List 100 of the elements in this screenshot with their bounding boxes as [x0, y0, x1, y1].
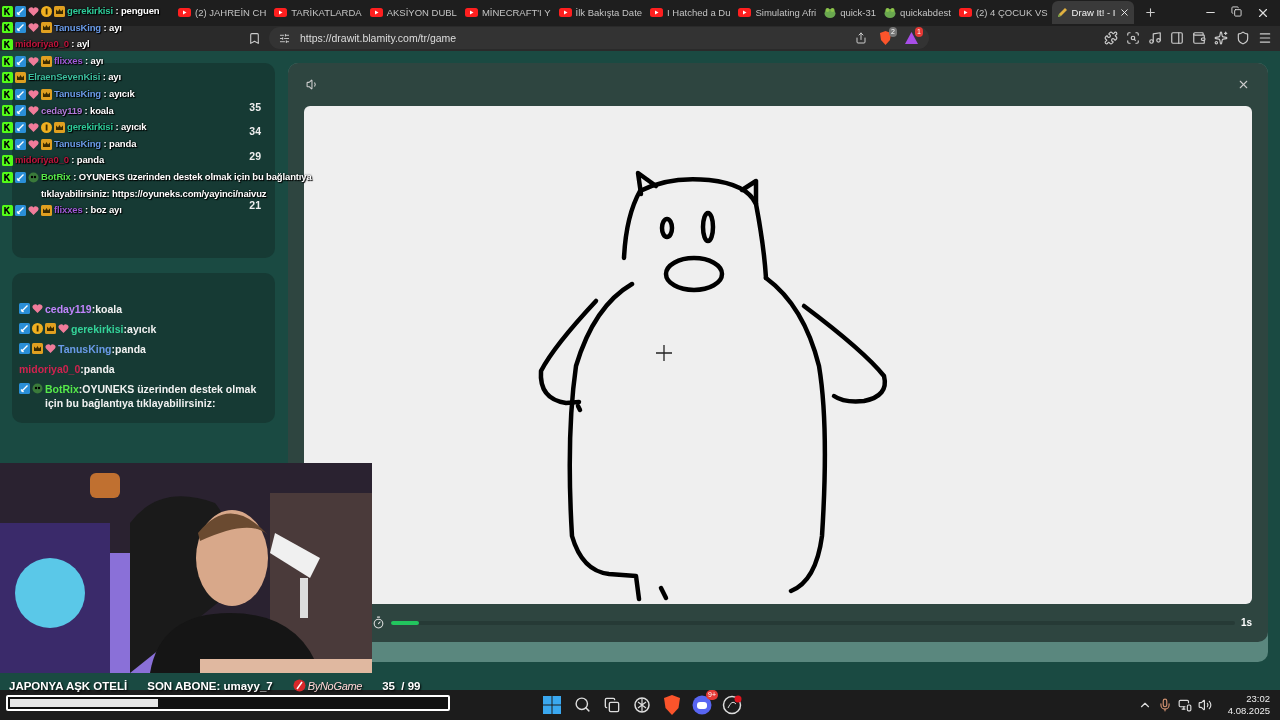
crown-badge-icon	[41, 204, 52, 216]
player-score: 34	[249, 125, 261, 138]
kick-badge-icon	[2, 55, 13, 67]
shield-icon[interactable]	[1236, 31, 1250, 46]
video-play-icon	[178, 8, 191, 18]
kick-badge-icon	[2, 105, 13, 117]
player-score: 35	[249, 100, 261, 113]
browser-tab[interactable]: (2) 4 ÇOCUK VS	[954, 1, 1052, 25]
volume-icon[interactable]	[1197, 697, 1212, 712]
kick-badge-icon	[2, 204, 13, 216]
video-play-icon	[650, 8, 664, 18]
chat-message: BotRix:OYUNEKS üzerinden destek olmak için bu bağlantıya tıklayabilirsiniz:	[45, 381, 258, 410]
crown-badge-icon	[32, 343, 43, 354]
kick-badge-icon	[2, 72, 13, 84]
heart-badge-icon	[28, 204, 39, 216]
sword-badge-icon	[15, 121, 26, 133]
sword-badge-icon	[15, 5, 26, 17]
chat-message: TanusKing : panda	[54, 136, 137, 151]
sponsor-name: ByNoGame	[307, 679, 363, 692]
crown-badge-icon	[41, 55, 52, 67]
bot-badge-icon	[32, 383, 43, 394]
video-play-icon	[738, 8, 752, 18]
clock-date[interactable]: 4.08.2025	[1227, 704, 1270, 717]
bookmark-icon[interactable]	[248, 31, 261, 45]
stopwatch-icon	[372, 616, 385, 629]
sword-badge-icon	[15, 105, 26, 117]
sparkle-icon[interactable]	[1214, 31, 1228, 46]
time-left: 1s	[1240, 617, 1252, 628]
kick-badge-icon	[2, 155, 13, 167]
player-score: 29	[249, 149, 261, 162]
music-note-icon[interactable]	[1148, 31, 1162, 46]
sword-badge-icon	[15, 55, 26, 67]
crosshair-cursor-icon	[655, 343, 673, 362]
page-search-icon[interactable]	[1126, 31, 1140, 46]
close-tab-icon[interactable]	[1119, 7, 1131, 19]
chat-message: gerekirkisi : penguen	[67, 4, 160, 18]
chat-message: ElraenSevenKisi : ayı	[28, 70, 121, 85]
frog-icon	[824, 7, 837, 19]
network-icon[interactable]	[1177, 697, 1192, 712]
browser-tab[interactable]: Draw It! - I	[1051, 1, 1135, 25]
sidebar-icon[interactable]	[1170, 31, 1184, 46]
browser-tab[interactable]: quick-31	[820, 1, 881, 25]
chat-message: gerekirkisi : ayıcık	[67, 120, 147, 135]
heart-badge-icon	[28, 22, 39, 34]
browser-tab[interactable]: AKSİYON DUBL	[365, 1, 461, 25]
heart-badge-icon	[32, 303, 43, 314]
video-play-icon	[558, 8, 572, 18]
sword-badge-icon	[19, 323, 30, 334]
sword-badge-icon	[19, 343, 30, 354]
chat-message: gerekirkisi:ayıcık	[71, 321, 157, 336]
sword-badge-icon	[15, 171, 26, 183]
crown-badge-icon	[45, 323, 56, 334]
chat-message: TanusKing : ayı	[54, 20, 122, 35]
kick-badge-icon	[2, 39, 13, 50]
video-play-icon	[958, 8, 972, 18]
clock-time[interactable]: 23:02	[1246, 692, 1270, 705]
kick-badge-icon	[2, 88, 13, 100]
heart-badge-icon	[28, 5, 39, 17]
chat-message: midoriya0_0 : panda	[15, 153, 105, 168]
bot-badge-icon	[28, 171, 39, 183]
heart-badge-icon	[28, 55, 39, 67]
site-settings-icon[interactable]	[279, 32, 290, 44]
browser-tab[interactable]: Simulating Afri	[734, 1, 821, 25]
browser-tab[interactable]: TARİKATLARDA	[270, 1, 366, 25]
sword-badge-icon	[15, 204, 26, 216]
new-tab-icon[interactable]	[1144, 6, 1158, 20]
menu-icon[interactable]	[1258, 31, 1272, 46]
sword-badge-icon	[15, 88, 26, 100]
crown-badge-icon	[41, 22, 52, 34]
wallet-icon[interactable]	[1192, 31, 1206, 46]
extensions-icon[interactable]	[1104, 31, 1118, 46]
kick-badge-icon	[2, 171, 13, 183]
crown-badge-icon	[15, 72, 26, 84]
kick-badge-icon	[2, 22, 13, 34]
video-play-icon	[369, 8, 383, 18]
browser-tab[interactable]: quickabdest	[880, 1, 955, 25]
frog-icon	[884, 7, 897, 19]
chat-message: flixxes : ayı	[54, 53, 104, 68]
microphone-icon[interactable]	[1157, 697, 1172, 712]
browser-tab[interactable]: I Hatched a Du	[646, 1, 735, 25]
browser-tab[interactable]: (2) JAHREİN CH	[174, 1, 271, 25]
crown-badge-icon	[41, 138, 52, 150]
coin-badge-icon	[41, 5, 52, 17]
heart-badge-icon	[45, 343, 56, 354]
kick-badge-icon	[2, 121, 13, 133]
sponsor-logo-icon	[292, 679, 306, 692]
chat-message: midoriya0_0:panda	[19, 361, 115, 376]
sword-badge-icon	[15, 22, 26, 34]
pencil-icon	[1055, 6, 1068, 19]
browser-tab[interactable]: MİNECRAFT'I Y	[460, 1, 555, 25]
restore-icon[interactable]	[1231, 5, 1242, 17]
share-icon[interactable]	[855, 32, 867, 45]
heart-badge-icon	[28, 105, 39, 117]
subscriber-goal: 35 / 99	[382, 679, 421, 692]
kick-badge-icon	[2, 5, 13, 17]
sword-badge-icon	[15, 138, 26, 150]
heart-badge-icon	[28, 121, 39, 133]
browser-tab[interactable]: İlk Bakışta Date	[554, 1, 647, 25]
speaker-icon[interactable]	[306, 77, 319, 91]
video-play-icon	[464, 8, 478, 18]
